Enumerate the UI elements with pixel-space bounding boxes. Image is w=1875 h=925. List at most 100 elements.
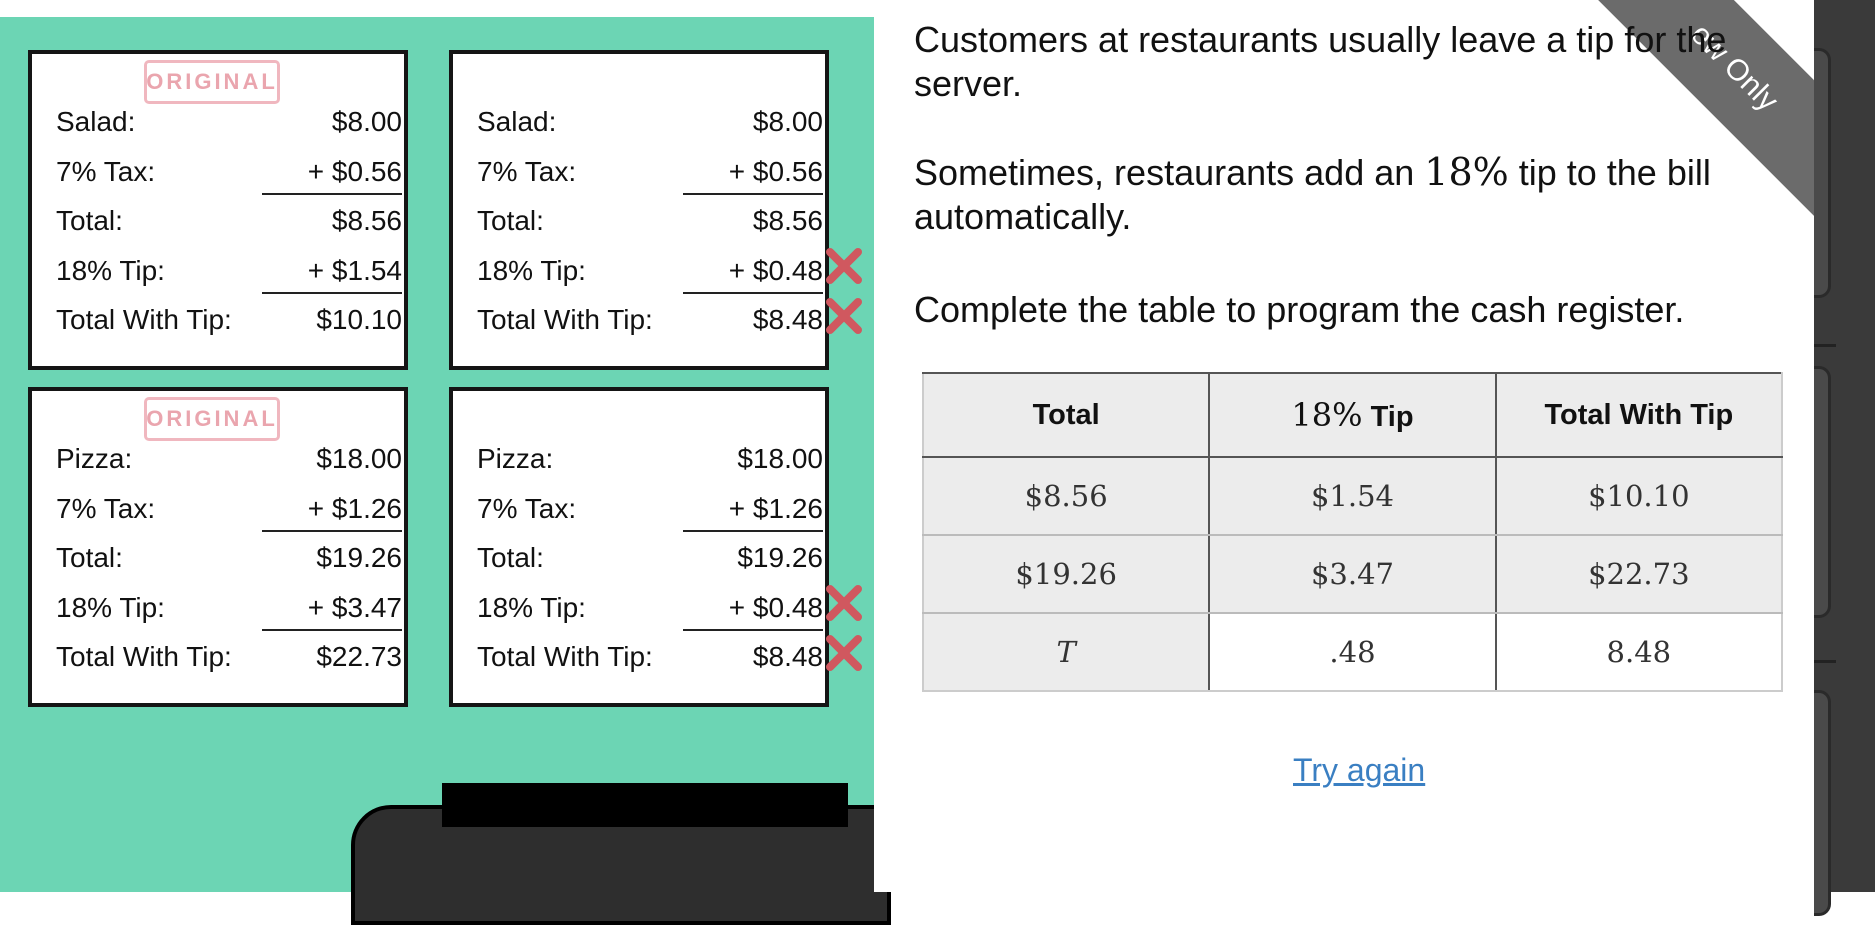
row-label: 7% Tax: bbox=[56, 493, 156, 524]
row-value: $8.48 bbox=[752, 641, 823, 672]
receipt-row-item: Pizza: $18.00 bbox=[56, 442, 402, 476]
table-row: T .48 8.48 bbox=[921, 612, 1784, 692]
header-tip: 18% Tip bbox=[1208, 372, 1497, 458]
intro-paragraph: Customers at restaurants usually leave a… bbox=[914, 19, 1727, 104]
receipt-row-total: Total: $19.26 bbox=[477, 541, 823, 575]
tip-table: Total 18% Tip Total With Tip $8.56 $1.54… bbox=[921, 372, 1784, 692]
row-value: + $0.56 bbox=[728, 156, 823, 187]
row-label: 7% Tax: bbox=[477, 156, 577, 187]
instruction-paragraph: Complete the table to program the cash r… bbox=[914, 289, 1685, 330]
receipt-row-tip: 18% Tip: + $0.48 bbox=[477, 254, 823, 288]
receipt-row-tip: 18% Tip: + $0.48 bbox=[477, 591, 823, 625]
receipt-row-total-with-tip: Total With Tip: $10.10 bbox=[56, 303, 402, 337]
side-divider bbox=[1814, 344, 1836, 347]
sum-rule bbox=[262, 292, 402, 294]
row-value: $10.10 bbox=[316, 304, 402, 335]
row-label: Total With Tip: bbox=[56, 641, 232, 672]
row-label: Total With Tip: bbox=[477, 641, 653, 672]
side-card[interactable] bbox=[1814, 366, 1831, 618]
row-label: Pizza: bbox=[56, 443, 133, 474]
row-label: Total With Tip: bbox=[56, 304, 232, 335]
row-label: 18% Tip: bbox=[56, 255, 165, 286]
row-value: $8.00 bbox=[752, 106, 823, 137]
header-tip-percent: 18% bbox=[1291, 396, 1363, 434]
cash-register-scene: ORIGINAL Salad: $8.00 7% Tax: + $0.56 To… bbox=[0, 0, 891, 925]
cell-total: $8.56 bbox=[921, 456, 1211, 536]
cell-total: $19.26 bbox=[921, 534, 1211, 614]
receipt-row-total: Total: $8.56 bbox=[477, 204, 823, 238]
receipt-row-tax: 7% Tax: + $1.26 bbox=[477, 492, 823, 526]
cell-tip: $1.54 bbox=[1208, 456, 1497, 536]
receipt-row-tip: 18% Tip: + $1.54 bbox=[56, 254, 402, 288]
original-stamp: ORIGINAL bbox=[144, 397, 280, 441]
sum-rule bbox=[262, 193, 402, 195]
receipt-row-total: Total: $19.26 bbox=[56, 541, 402, 575]
cell-total-with-tip: $22.73 bbox=[1494, 534, 1784, 614]
wrong-x-icon bbox=[826, 298, 862, 334]
receipt-pizza-original: ORIGINAL Pizza: $18.00 7% Tax: + $1.26 T… bbox=[28, 387, 408, 707]
row-value: + $1.26 bbox=[728, 493, 823, 524]
table-header-row: Total 18% Tip Total With Tip bbox=[921, 372, 1784, 458]
row-value: + $1.54 bbox=[307, 255, 402, 286]
sum-rule bbox=[683, 193, 823, 195]
row-value: + $3.47 bbox=[307, 592, 402, 623]
total-with-tip-expression-input[interactable]: 8.48 bbox=[1494, 612, 1784, 692]
row-value: $8.56 bbox=[752, 205, 823, 236]
row-value: + $1.26 bbox=[307, 493, 402, 524]
header-tip-word: Tip bbox=[1370, 401, 1414, 433]
receipt-row-tax: 7% Tax: + $0.56 bbox=[56, 155, 402, 189]
receipt-row-item: Salad: $8.00 bbox=[56, 105, 402, 139]
row-label: 7% Tax: bbox=[56, 156, 156, 187]
cell-tip: $3.47 bbox=[1208, 534, 1497, 614]
question-panel: ew Only Customers at restaurants usually… bbox=[874, 0, 1814, 892]
row-label: Total: bbox=[477, 205, 544, 236]
row-label: Total: bbox=[56, 542, 123, 573]
side-card[interactable] bbox=[1814, 48, 1831, 298]
row-label: 18% Tip: bbox=[477, 592, 586, 623]
row-value: $22.73 bbox=[316, 641, 402, 672]
row-label: Pizza: bbox=[477, 443, 554, 474]
row-label: 18% Tip: bbox=[56, 592, 165, 623]
row-value: + $0.48 bbox=[728, 592, 823, 623]
table-row: $8.56 $1.54 $10.10 bbox=[921, 456, 1784, 536]
cell-total-variable: T bbox=[921, 612, 1211, 692]
sum-rule bbox=[683, 292, 823, 294]
side-divider bbox=[1814, 660, 1836, 663]
receipt-row-tip: 18% Tip: + $3.47 bbox=[56, 591, 402, 625]
tip-text-before: Sometimes, restaurants add an bbox=[914, 152, 1425, 193]
tip-expression-input[interactable]: .48 bbox=[1208, 612, 1497, 692]
header-total-with-tip: Total With Tip bbox=[1494, 372, 1784, 458]
wrong-x-icon bbox=[826, 585, 862, 621]
receipt-row-total-with-tip: Total With Tip: $22.73 bbox=[56, 640, 402, 674]
side-card[interactable] bbox=[1814, 690, 1831, 916]
try-again-link[interactable]: Try again bbox=[1293, 752, 1425, 789]
table-row: $19.26 $3.47 $22.73 bbox=[921, 534, 1784, 614]
row-value: $8.56 bbox=[331, 205, 402, 236]
row-label: Salad: bbox=[56, 106, 136, 137]
row-value: + $0.48 bbox=[728, 255, 823, 286]
tip-paragraph: Sometimes, restaurants add an 18% tip to… bbox=[914, 150, 1734, 239]
cell-total-with-tip: $10.10 bbox=[1494, 456, 1784, 536]
row-value: $19.26 bbox=[316, 542, 402, 573]
row-label: Total: bbox=[477, 542, 544, 573]
receipt-row-total-with-tip: Total With Tip: $8.48 bbox=[477, 303, 823, 337]
receipt-row-tax: 7% Tax: + $1.26 bbox=[56, 492, 402, 526]
tip-percent-math: 18% bbox=[1424, 150, 1509, 194]
wrong-x-icon bbox=[826, 248, 862, 284]
row-label: Salad: bbox=[477, 106, 557, 137]
row-value: $8.00 bbox=[331, 106, 402, 137]
receipt-slot bbox=[442, 783, 848, 827]
receipt-pizza-student: Pizza: $18.00 7% Tax: + $1.26 Total: $19… bbox=[449, 387, 829, 707]
header-total: Total bbox=[921, 372, 1211, 458]
row-value: $18.00 bbox=[316, 443, 402, 474]
row-value: + $0.56 bbox=[307, 156, 402, 187]
sum-rule bbox=[683, 530, 823, 532]
row-value: $8.48 bbox=[752, 304, 823, 335]
row-label: 18% Tip: bbox=[477, 255, 586, 286]
receipt-row-total-with-tip: Total With Tip: $8.48 bbox=[477, 640, 823, 674]
receipt-row-item: Pizza: $18.00 bbox=[477, 442, 823, 476]
sum-rule bbox=[262, 530, 402, 532]
receipt-row-tax: 7% Tax: + $0.56 bbox=[477, 155, 823, 189]
row-label: Total: bbox=[56, 205, 123, 236]
wrong-x-icon bbox=[826, 635, 862, 671]
